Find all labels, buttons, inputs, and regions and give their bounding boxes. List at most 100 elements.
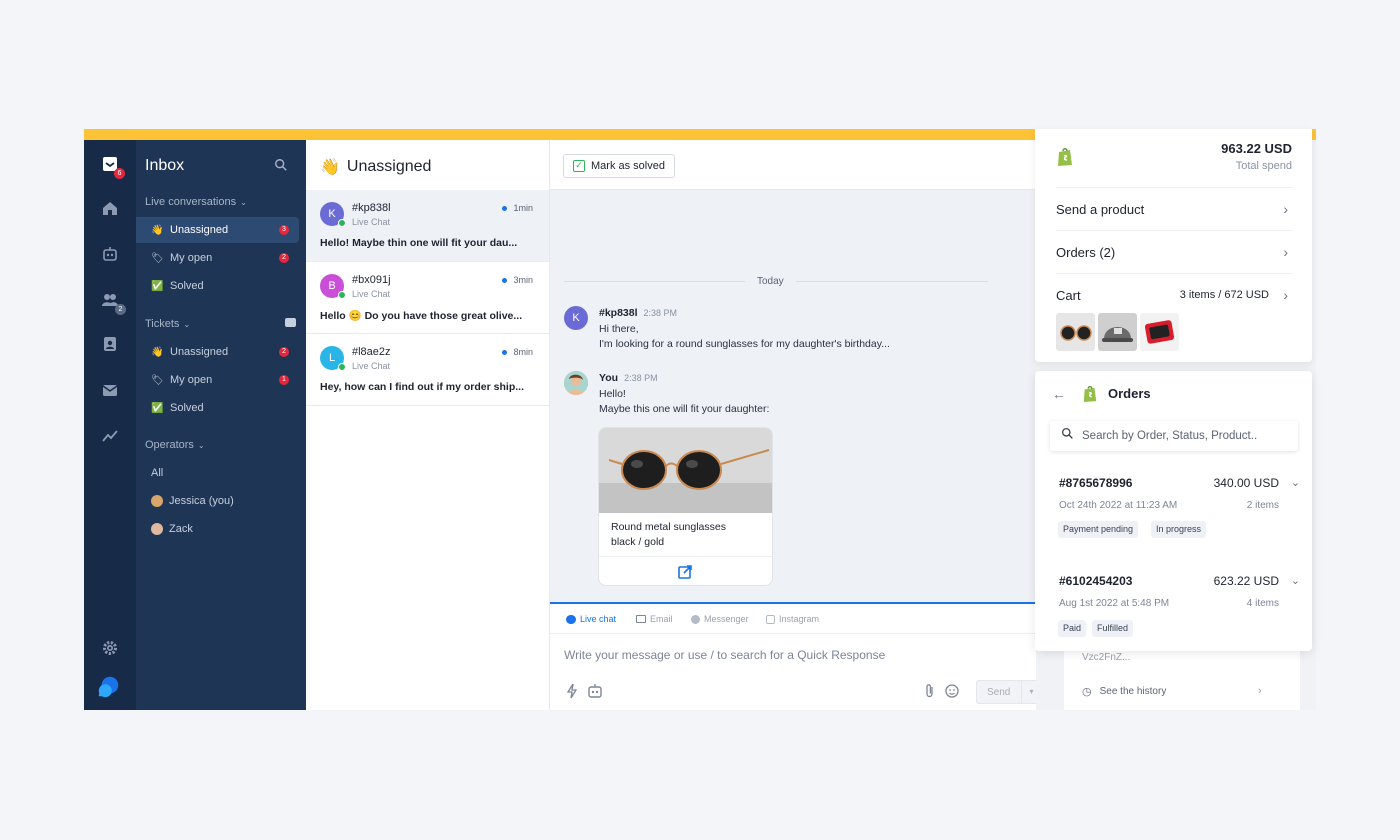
sidebar-item-tickets-my-open[interactable]: 🏷 My open 1: [136, 367, 299, 393]
time-label: 1min: [513, 203, 533, 213]
conversation-item[interactable]: B #bx091j Live Chat 3min Hello 😊 Do you …: [306, 262, 549, 334]
unread-dot: [502, 277, 508, 283]
inbox-badge: 6: [114, 168, 125, 179]
cart-item-thumbnail[interactable]: [1056, 313, 1095, 351]
status-badge: Paid: [1058, 620, 1087, 637]
sidebar-item-label: Jessica (you): [169, 495, 234, 507]
sidebar-item-operator-jessica[interactable]: Jessica (you): [136, 488, 299, 514]
avatar: K: [564, 306, 588, 330]
order-amount: 340.00 USD: [1213, 476, 1279, 490]
checkbox-icon: ✓: [573, 160, 585, 172]
mail-icon: [636, 615, 646, 623]
product-image: [599, 428, 772, 513]
conversation-item[interactable]: L #l8ae2z Live Chat 8min Hey, how can I …: [306, 334, 549, 406]
cart-row[interactable]: Cart 3 items / 672 USD ›: [1056, 273, 1293, 316]
chevron-down-icon[interactable]: ⌄: [1291, 476, 1300, 489]
lightning-icon[interactable]: [564, 683, 580, 699]
external-link-icon[interactable]: [677, 564, 693, 580]
search-icon: [1061, 427, 1074, 445]
conversation-channel: Live Chat: [352, 289, 391, 299]
conversation-preview: Hey, how can I find out if my order ship…: [320, 381, 524, 393]
sidebar-item-live-my-open[interactable]: 🏷 My open 2: [136, 245, 299, 271]
cart-item-thumbnail[interactable]: [1098, 313, 1137, 351]
send-button[interactable]: Send ▾: [976, 680, 1042, 704]
chevron-down-icon[interactable]: ⌄: [1291, 574, 1300, 587]
analytics-icon[interactable]: [98, 424, 122, 448]
sidebar-item-tickets-solved[interactable]: ✅ Solved: [136, 395, 299, 421]
cart-summary: 3 items / 672 USD: [1179, 289, 1269, 301]
wave-icon: 👋: [151, 346, 164, 358]
chevron-down-icon: ⌄: [197, 440, 205, 450]
tab-label: Email: [650, 614, 673, 624]
home-icon[interactable]: [98, 196, 122, 220]
sidebar-item-live-unassigned[interactable]: 👋 Unassigned 3: [136, 217, 299, 243]
author-name: You: [599, 372, 619, 384]
live-conversations-header[interactable]: Live conversations ⌄: [145, 196, 247, 208]
message-author: #kp838l 2:38 PM: [599, 307, 677, 319]
tab-label: Live chat: [580, 614, 617, 624]
tab-live-chat[interactable]: Live chat: [566, 614, 616, 624]
tag-icon: 🏷: [151, 374, 164, 386]
emoji-icon[interactable]: [944, 683, 960, 699]
see-history-link[interactable]: ◷ See the history: [1082, 685, 1166, 698]
status-badge: In progress: [1151, 521, 1207, 538]
search-icon[interactable]: [274, 158, 290, 174]
truncated-id: Vzc2FnZ...: [1082, 652, 1131, 663]
tab-instagram[interactable]: Instagram: [766, 614, 819, 624]
campaigns-icon[interactable]: [98, 378, 122, 402]
conversation-item[interactable]: K #kp838l Live Chat 1min Hello! Maybe th…: [306, 190, 549, 262]
bot-icon[interactable]: [587, 683, 603, 699]
row-label: Cart: [1056, 287, 1081, 303]
contacts-icon[interactable]: [98, 332, 122, 356]
settings-icon[interactable]: [98, 636, 122, 660]
bot-icon[interactable]: [98, 242, 122, 266]
chat-panel: ✓ Mark as solved Today K #kp838l 2:38 PM …: [550, 140, 1042, 710]
conversation-list-title: Unassigned: [346, 158, 432, 175]
conversation-channel: Live Chat: [352, 217, 391, 227]
order-amount: 623.22 USD: [1213, 574, 1279, 588]
avatar: [564, 371, 588, 395]
conversation-list: 👋 Unassigned K #kp838l Live Chat 1min He…: [306, 140, 550, 710]
sidebar-item-tickets-unassigned[interactable]: 👋 Unassigned 2: [136, 339, 299, 365]
chevron-right-icon: ›: [1258, 685, 1262, 697]
tag-icon: 🏷: [151, 252, 164, 264]
tab-email[interactable]: Email: [636, 614, 673, 624]
mark-as-solved-button[interactable]: ✓ Mark as solved: [563, 154, 675, 178]
tickets-header[interactable]: Tickets ⌄: [145, 318, 190, 330]
send-product-row[interactable]: Send a product ›: [1056, 187, 1293, 230]
sidebar-item-label: Solved: [170, 280, 204, 292]
author-name: #kp838l: [599, 307, 638, 319]
chevron-down-icon: ⌄: [183, 319, 191, 329]
sidebar-item-operators-all[interactable]: All: [136, 460, 299, 486]
count-badge: 3: [279, 225, 289, 235]
message-text: Maybe this one will fit your daughter:: [599, 403, 770, 415]
sidebar-item-label: Unassigned: [170, 346, 229, 358]
message-text: Hello!: [599, 388, 626, 400]
check-icon: ✅: [151, 280, 164, 292]
section-label: Operators: [145, 439, 194, 451]
message-input[interactable]: Write your message or use / to search fo…: [564, 648, 885, 662]
order-date: Aug 1st 2022 at 5:48 PM: [1059, 598, 1170, 609]
sidebar-title: Inbox: [145, 157, 185, 174]
sidebar-item-operator-zack[interactable]: Zack: [136, 516, 299, 542]
order-date: Oct 24th 2022 at 11:23 AM: [1059, 500, 1178, 511]
orders-row[interactable]: Orders (2) ›: [1056, 230, 1293, 273]
message-text: I'm looking for a round sunglasses for m…: [599, 338, 890, 350]
message-text: Hi there,: [599, 323, 639, 335]
tab-messenger[interactable]: Messenger: [691, 614, 749, 624]
operators-header[interactable]: Operators ⌄: [145, 439, 205, 451]
cart-item-thumbnail[interactable]: [1140, 313, 1179, 351]
product-card[interactable]: Round metal sunglasses black / gold: [598, 427, 773, 586]
total-spend-amount: 963.22 USD: [1221, 141, 1292, 156]
instagram-icon: [766, 614, 775, 624]
chevron-right-icon: ›: [1283, 287, 1288, 303]
arrow-left-icon[interactable]: ←: [1052, 386, 1066, 402]
sidebar-item-live-solved[interactable]: ✅ Solved: [136, 273, 299, 299]
attachment-icon[interactable]: [922, 683, 938, 699]
section-label: Live conversations: [145, 196, 237, 208]
logo-icon: [95, 673, 123, 701]
chevron-right-icon: ›: [1283, 244, 1288, 260]
message-time: 2:38 PM: [624, 373, 658, 383]
ticket-icon[interactable]: [285, 318, 296, 327]
orders-search-input[interactable]: [1082, 430, 1292, 442]
